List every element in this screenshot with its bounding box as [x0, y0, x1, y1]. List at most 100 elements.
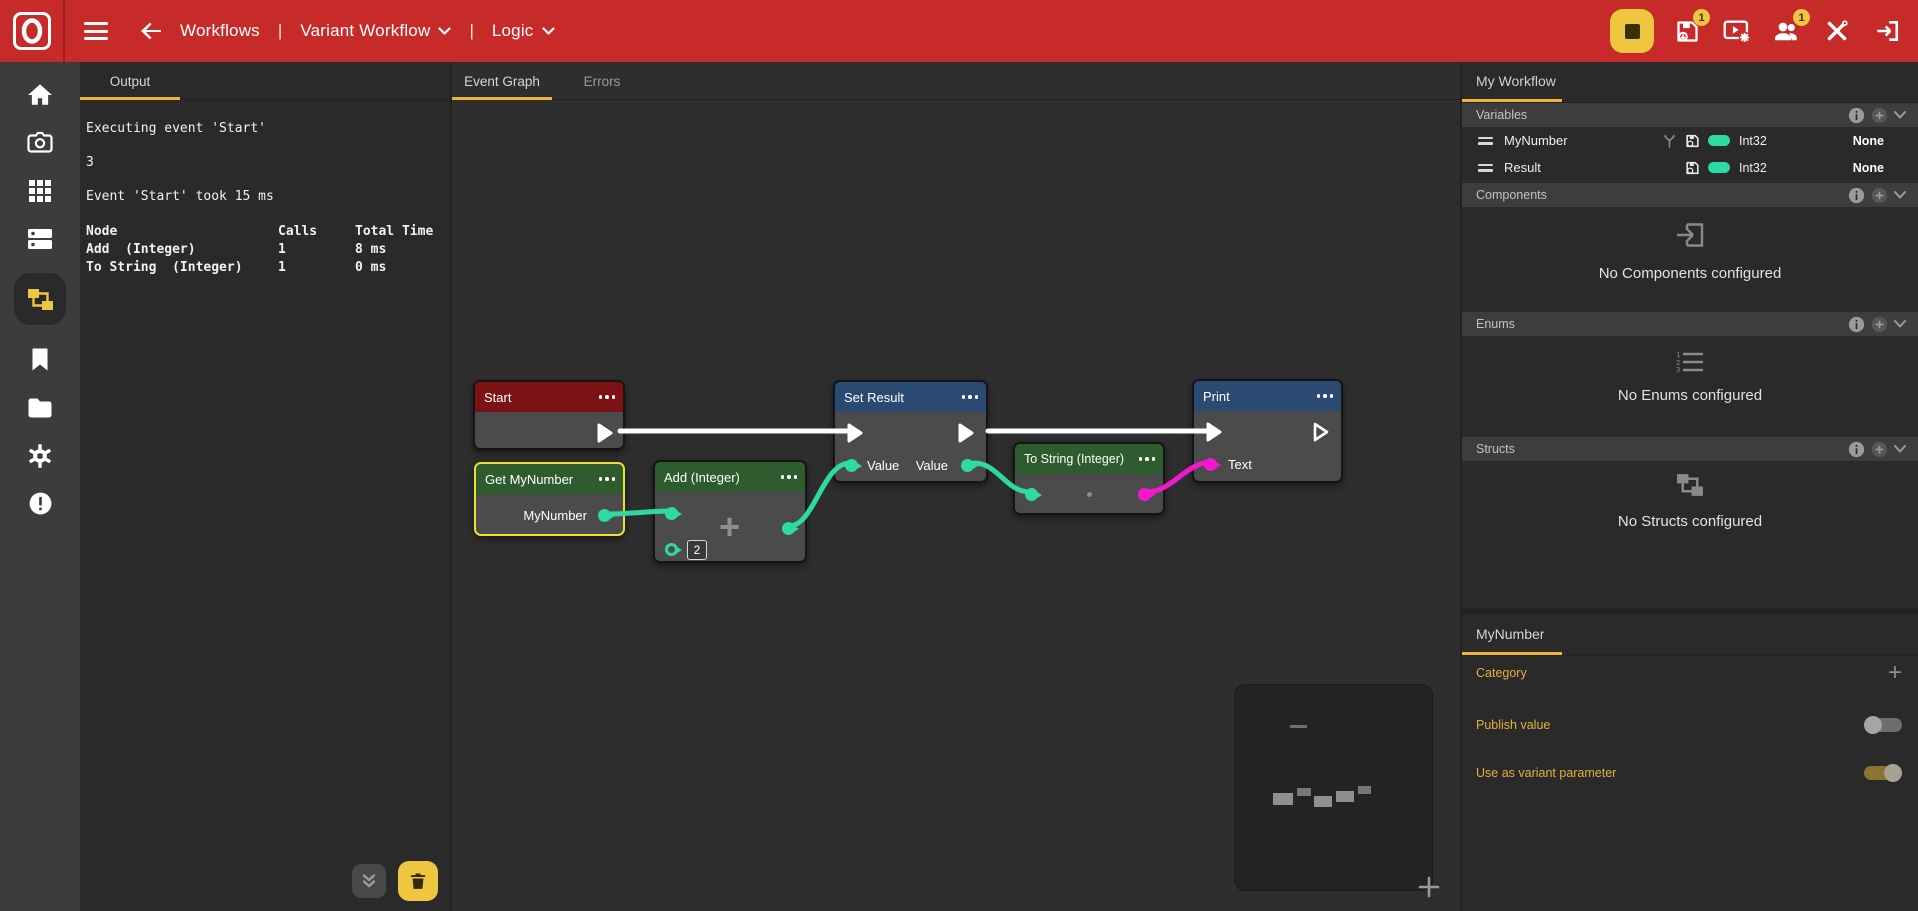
node-menu-icon[interactable] — [1317, 390, 1334, 402]
add-icon[interactable] — [1871, 316, 1888, 333]
sidebar-item-apps[interactable] — [14, 177, 66, 204]
add-icon[interactable] — [1871, 187, 1888, 204]
minimap[interactable] — [1235, 685, 1432, 890]
collapse-output-button[interactable] — [352, 864, 386, 898]
sidebar-item-settings[interactable] — [14, 442, 66, 469]
graph-area: Event Graph Errors Start — [452, 62, 1460, 911]
add-operator-glyph: + — [719, 512, 740, 542]
back-arrow-icon[interactable] — [140, 22, 162, 40]
output-port-teal[interactable] — [598, 509, 611, 522]
node-to-string[interactable]: To String (Integer) — [1013, 442, 1165, 515]
node-menu-icon[interactable] — [599, 473, 616, 485]
node-menu-icon[interactable] — [1139, 453, 1156, 465]
tab-event-graph[interactable]: Event Graph — [452, 62, 552, 100]
sidebar-item-home[interactable] — [14, 81, 66, 108]
graph-selector[interactable]: Logic — [492, 21, 555, 41]
tab-errors[interactable]: Errors — [552, 62, 652, 100]
exec-in-port[interactable] — [1204, 422, 1224, 442]
property-label: Publish value — [1476, 718, 1864, 732]
property-panel-title: MyNumber — [1462, 614, 1918, 656]
output-port-teal[interactable] — [961, 459, 974, 472]
variable-row-result[interactable]: Result Int32 None — [1462, 154, 1918, 181]
nav-workflows[interactable]: Workflows — [180, 21, 260, 41]
input-port-hollow[interactable] — [665, 543, 678, 556]
section-components[interactable]: Components — [1462, 183, 1918, 207]
sidebar-item-camera[interactable] — [14, 129, 66, 156]
drag-handle-icon[interactable] — [1478, 137, 1493, 145]
section-enums[interactable]: Enums — [1462, 312, 1918, 336]
chevron-down-icon[interactable] — [1894, 111, 1906, 119]
chevron-down-icon[interactable] — [1894, 445, 1906, 453]
input-port-magenta[interactable] — [1204, 458, 1217, 471]
node-header: Print — [1194, 381, 1341, 411]
cell-calls: 1 — [278, 242, 355, 260]
variable-row-mynumber[interactable]: MyNumber Int32 None — [1462, 127, 1918, 154]
col-total-time: Total Time — [355, 224, 444, 242]
drag-handle-icon[interactable] — [1478, 164, 1493, 172]
app-logo[interactable] — [13, 12, 51, 50]
variable-name: MyNumber — [1504, 133, 1624, 148]
panel-title-text: My Workflow — [1476, 73, 1556, 89]
info-icon[interactable] — [1848, 107, 1865, 124]
info-icon[interactable] — [1848, 441, 1865, 458]
node-set-result[interactable]: Set Result Value Value — [833, 380, 988, 483]
output-port-magenta[interactable] — [1138, 488, 1151, 501]
section-variables[interactable]: Variables — [1462, 103, 1918, 127]
node-get-mynumber[interactable]: Get MyNumber MyNumber — [474, 462, 625, 536]
node-title: Get MyNumber — [485, 472, 573, 487]
workflow-panel-title: My Workflow — [1462, 62, 1918, 103]
chevron-down-icon[interactable] — [1894, 191, 1906, 199]
run-settings-button[interactable] — [1720, 14, 1754, 48]
stop-button[interactable] — [1610, 9, 1654, 53]
add-category-icon[interactable]: + — [1888, 663, 1902, 683]
home-icon — [27, 83, 53, 107]
svg-text:3: 3 — [1676, 366, 1680, 372]
add-icon[interactable] — [1871, 107, 1888, 124]
node-menu-icon[interactable] — [599, 391, 616, 403]
node-print[interactable]: Print Text — [1192, 379, 1343, 483]
exec-out-port[interactable] — [956, 423, 976, 443]
node-header: Get MyNumber — [476, 464, 623, 494]
section-structs[interactable]: Structs — [1462, 437, 1918, 461]
sidebar-item-alerts[interactable] — [14, 490, 66, 517]
chevron-down-icon[interactable] — [1894, 320, 1906, 328]
node-menu-icon[interactable] — [962, 391, 979, 403]
publish-button[interactable]: 1 — [1670, 14, 1704, 48]
sidebar-item-bookmarks[interactable] — [14, 346, 66, 373]
exit-button[interactable] — [1870, 14, 1904, 48]
tab-output[interactable]: Output — [80, 62, 180, 100]
graph-canvas[interactable]: Start Get MyNumber MyNumber Add — [452, 100, 1460, 911]
tools-button[interactable] — [1820, 14, 1854, 48]
exec-in-port[interactable] — [845, 423, 865, 443]
default-value-input[interactable]: 2 — [687, 540, 707, 560]
property-title-text: MyNumber — [1476, 626, 1544, 642]
output-port-teal[interactable] — [782, 522, 795, 535]
sidebar-item-files[interactable] — [14, 394, 66, 421]
users-button[interactable]: 1 — [1770, 14, 1804, 48]
sidebar-item-devices[interactable] — [14, 225, 66, 252]
info-icon[interactable] — [1848, 187, 1865, 204]
workflow-selector[interactable]: Variant Workflow — [300, 21, 451, 41]
variant-parameter-toggle[interactable] — [1864, 764, 1902, 782]
users-badge: 1 — [1793, 9, 1810, 26]
node-add-integer[interactable]: Add (Integer) 2 + — [653, 460, 807, 563]
top-bar: Workflows | Variant Workflow | Logic — [0, 0, 1918, 62]
crossed-tools-icon — [1824, 18, 1850, 44]
add-icon[interactable] — [1871, 441, 1888, 458]
node-menu-icon[interactable] — [781, 471, 798, 483]
info-icon[interactable] — [1848, 316, 1865, 333]
clear-output-button[interactable] — [398, 861, 438, 901]
input-port-teal[interactable] — [845, 459, 858, 472]
zoom-fit-button[interactable] — [1414, 872, 1444, 902]
input-port-teal[interactable] — [665, 507, 678, 520]
publish-badge: 1 — [1693, 9, 1710, 26]
exec-out-port[interactable] — [595, 423, 615, 443]
exec-out-port-unconnected[interactable] — [1311, 422, 1331, 442]
sidebar-item-workflows[interactable] — [14, 273, 66, 325]
publish-value-toggle[interactable] — [1864, 716, 1902, 734]
menu-icon[interactable] — [84, 22, 108, 40]
input-port-teal[interactable] — [1025, 488, 1038, 501]
numbered-list-icon: 123 — [1676, 350, 1704, 372]
node-start[interactable]: Start — [473, 380, 625, 450]
property-row-category: Category + — [1462, 651, 1918, 695]
